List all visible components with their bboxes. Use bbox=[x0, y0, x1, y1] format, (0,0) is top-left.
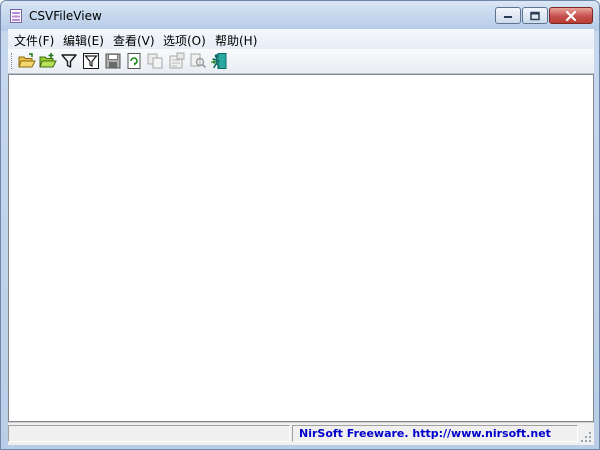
csv-data-list[interactable] bbox=[8, 74, 594, 422]
nirsoft-link[interactable]: NirSoft Freeware. http://www.nirsoft.net bbox=[299, 427, 551, 440]
status-pane-items bbox=[8, 425, 290, 442]
csv-file-icon bbox=[9, 9, 23, 23]
copy-icon bbox=[147, 53, 163, 69]
refresh-button[interactable] bbox=[125, 52, 143, 70]
caption-buttons bbox=[494, 7, 593, 25]
maximize-icon bbox=[530, 11, 540, 20]
exit-button[interactable] bbox=[210, 52, 228, 70]
toolbar-grip[interactable] bbox=[11, 53, 14, 69]
filter-button[interactable] bbox=[60, 52, 78, 70]
menu-view[interactable]: 查看(V) bbox=[113, 32, 155, 49]
save-icon bbox=[105, 53, 121, 69]
save-button[interactable] bbox=[104, 52, 122, 70]
close-button[interactable] bbox=[549, 7, 593, 24]
open-folder-button[interactable] bbox=[18, 52, 36, 70]
find-button[interactable] bbox=[189, 52, 207, 70]
menu-options[interactable]: 选项(O) bbox=[163, 32, 206, 49]
window-title: CSVFileView bbox=[29, 9, 102, 23]
app-window: CSVFileView 文件(F) 编辑(E) 查看(V) 选项(O) 帮助(H… bbox=[0, 0, 600, 450]
copy-button[interactable] bbox=[146, 52, 164, 70]
menu-bar: 文件(F) 编辑(E) 查看(V) 选项(O) 帮助(H) bbox=[8, 29, 594, 50]
menu-file[interactable]: 文件(F) bbox=[14, 32, 54, 49]
open-folder-icon bbox=[18, 53, 36, 68]
maximize-button[interactable] bbox=[522, 7, 548, 24]
find-icon bbox=[190, 53, 207, 69]
exit-icon bbox=[211, 53, 227, 69]
minimize-button[interactable] bbox=[495, 7, 521, 24]
properties-icon bbox=[169, 52, 185, 69]
properties-button[interactable] bbox=[168, 52, 186, 70]
menu-help[interactable]: 帮助(H) bbox=[215, 32, 257, 49]
status-bar: NirSoft Freeware. http://www.nirsoft.net bbox=[8, 422, 594, 445]
status-pane-link: NirSoft Freeware. http://www.nirsoft.net bbox=[292, 425, 578, 442]
toolbar bbox=[8, 49, 594, 74]
size-grip-icon[interactable] bbox=[580, 431, 592, 443]
close-icon bbox=[565, 10, 577, 21]
refresh-icon bbox=[127, 53, 141, 69]
menu-edit[interactable]: 编辑(E) bbox=[63, 32, 104, 49]
title-bar[interactable]: CSVFileView bbox=[1, 1, 599, 31]
filter-box-button[interactable] bbox=[82, 52, 100, 70]
open-folder-add-button[interactable] bbox=[39, 52, 57, 70]
filter-box-icon bbox=[83, 53, 99, 69]
open-folder-add-icon bbox=[39, 53, 57, 68]
minimize-icon bbox=[504, 15, 512, 18]
filter-icon bbox=[61, 54, 77, 68]
